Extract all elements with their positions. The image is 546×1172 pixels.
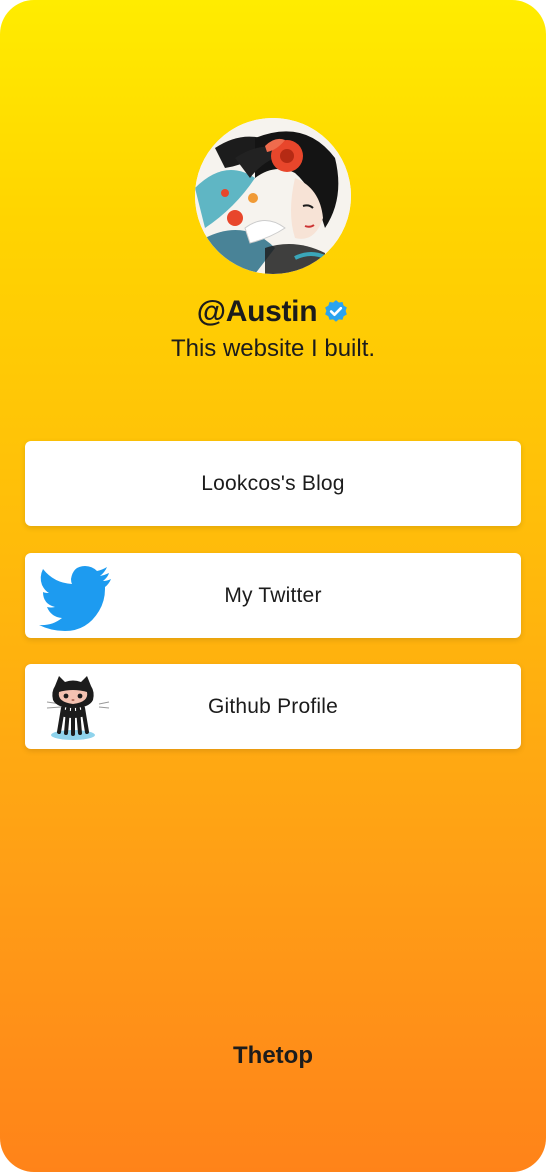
avatar [195,118,351,274]
username: @Austin [196,295,318,328]
github-octocat-icon [37,672,113,742]
username-row: @Austin [0,290,546,334]
link-label: Lookcos's Blog [201,471,345,495]
link-blog-button[interactable]: Lookcos's Blog [25,441,521,526]
twitter-bird-icon [37,561,113,631]
link-twitter-button[interactable]: My Twitter [25,553,521,638]
bio-text: This website I built. [170,335,376,362]
footer-text: Thetop [233,1042,313,1069]
verified-badge-icon [323,299,349,325]
link-label: My Twitter [224,583,322,607]
link-github-button[interactable]: Github Profile [25,664,521,749]
profile-page: @Austin This website I built. Lookcos's … [0,0,546,1172]
avatar-illustration-icon [195,118,351,274]
link-label: Github Profile [207,694,339,718]
